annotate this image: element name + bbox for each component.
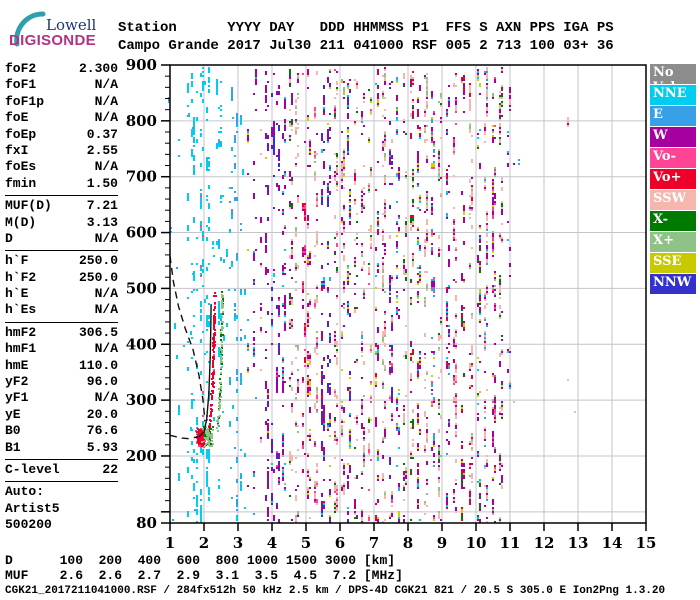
legend-item-nne: NNE	[650, 85, 696, 105]
legend-item-nnw: NNW	[650, 274, 696, 294]
svg-text:13: 13	[568, 534, 589, 552]
legend-item-vo-: Vo+	[650, 169, 696, 189]
muf-row: MUF 2.6 2.6 2.7 2.9 3.1 3.5 4.5 7.2 [MHz…	[5, 568, 403, 583]
ionogram-plot: 1 2 3 4 5 6 7 8 9 10 11 12 13 14 159008007006005004003…	[126, 56, 657, 552]
svg-text:200: 200	[126, 447, 157, 465]
legend-item-e: E	[650, 106, 696, 126]
legend-label: X+	[653, 233, 674, 248]
svg-text:12: 12	[534, 534, 555, 552]
legend-item-w: W	[650, 127, 696, 147]
svg-text:8: 8	[403, 534, 413, 552]
svg-text:2: 2	[199, 534, 209, 552]
svg-text:600: 600	[126, 224, 157, 242]
plot-axes: 1 2 3 4 5 6 7 8 9 10 11 12 13 14 159008007006005004003…	[126, 56, 657, 552]
svg-text:7: 7	[369, 534, 379, 552]
svg-text:9: 9	[437, 534, 447, 552]
direction-color-legend: No ValNNE EW Vo- Vo+ SSW X- X+ SSE NNW	[650, 64, 696, 295]
legend-label: SSE	[653, 254, 682, 269]
svg-text:6: 6	[335, 534, 345, 552]
svg-text:800: 800	[126, 112, 157, 130]
svg-text:900: 900	[126, 56, 157, 74]
svg-text:10: 10	[466, 534, 487, 552]
artist-profile-lines	[169, 255, 212, 440]
svg-text:14: 14	[602, 534, 623, 552]
legend-label: NNW	[653, 275, 692, 290]
svg-text:500: 500	[126, 279, 157, 297]
legend-item-noval: No Val	[650, 64, 696, 95]
echo-and-rfi-dots	[168, 67, 576, 523]
svg-text:15: 15	[636, 534, 657, 552]
legend-label: SSW	[653, 191, 687, 206]
svg-text:400: 400	[126, 335, 157, 353]
legend-item-x-: X-	[650, 211, 696, 231]
legend-label: NNE	[653, 86, 687, 101]
digisonde-ionogram-page: Lowell DIGISONDE Station YYYY DAY DDD HH…	[0, 0, 700, 600]
legend-item-sse: SSE	[650, 253, 696, 273]
d-distance-row: D 100 200 400 600 800 1000 1500 3000 [km…	[5, 553, 396, 568]
status-line: CGK21_2017211041000.RSF / 284fx512h 50 k…	[5, 585, 666, 597]
svg-text:1: 1	[165, 534, 175, 552]
svg-text:80: 80	[136, 514, 157, 532]
legend-label: Vo-	[653, 149, 676, 164]
legend-label: E	[653, 107, 663, 122]
svg-text:3: 3	[233, 534, 243, 552]
svg-text:4: 4	[267, 534, 277, 552]
svg-text:300: 300	[126, 391, 157, 409]
legend-label: W	[653, 128, 668, 143]
legend-item-ssw: SSW	[650, 190, 696, 210]
legend-label: X-	[653, 212, 669, 227]
legend-item-x-: X+	[650, 232, 696, 252]
svg-text:11: 11	[500, 534, 521, 552]
svg-text:5: 5	[301, 534, 311, 552]
svg-text:700: 700	[126, 168, 157, 186]
legend-label: Vo+	[653, 170, 682, 185]
legend-item-vo-: Vo-	[650, 148, 696, 168]
